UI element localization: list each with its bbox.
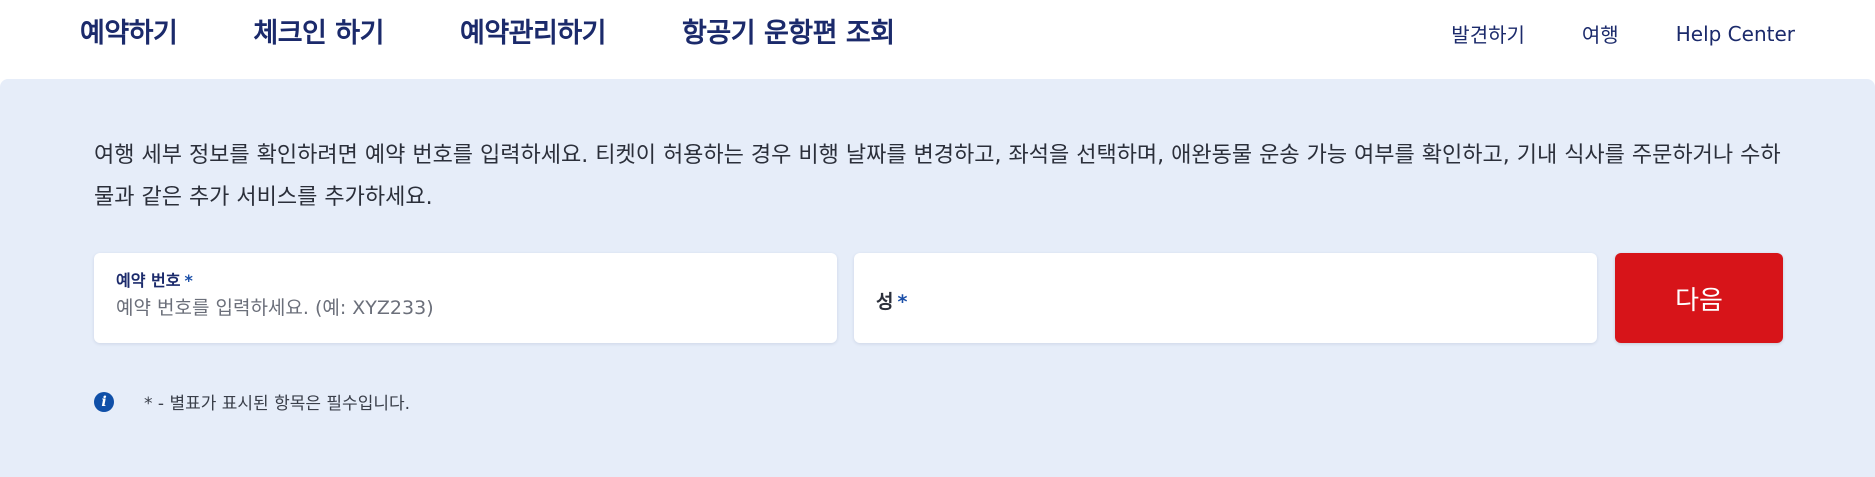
utility-nav: 발견하기 여행 Help Center: [1394, 19, 1795, 48]
required-asterisk: *: [897, 291, 908, 313]
nav-link-discover[interactable]: 발견하기: [1451, 19, 1525, 48]
nav-link-travel[interactable]: 여행: [1582, 19, 1619, 48]
booking-number-field[interactable]: 예약 번호 *: [94, 253, 837, 343]
nav-link-manage-booking[interactable]: 예약관리하기: [460, 11, 607, 50]
nav-link-help-center[interactable]: Help Center: [1676, 22, 1795, 46]
form-description: 여행 세부 정보를 확인하려면 예약 번호를 입력하세요. 티켓이 허용하는 경…: [94, 143, 1781, 210]
manage-booking-panel: 여행 세부 정보를 확인하려면 예약 번호를 입력하세요. 티켓이 허용하는 경…: [0, 79, 1875, 477]
top-navigation-bar: 예약하기 체크인 하기 예약관리하기 항공기 운항편 조회 발견하기 여행 He…: [0, 0, 1875, 79]
last-name-label: 성 *: [876, 287, 907, 314]
booking-number-label: 예약 번호 *: [116, 267, 193, 291]
main-nav: 예약하기 체크인 하기 예약관리하기 항공기 운항편 조회: [80, 11, 971, 50]
info-icon: i: [94, 391, 114, 412]
next-button[interactable]: 다음: [1615, 253, 1783, 343]
last-name-input[interactable]: [914, 283, 1574, 313]
nav-link-flight-status[interactable]: 항공기 운항편 조회: [682, 11, 895, 50]
required-note-text: * - 별표가 표시된 항목은 필수입니다.: [144, 394, 411, 414]
required-fields-note: i * - 별표가 표시된 항목은 필수입니다.: [94, 389, 410, 414]
booking-number-label-text: 예약 번호: [116, 271, 181, 290]
booking-number-input[interactable]: [116, 293, 806, 323]
nav-link-book[interactable]: 예약하기: [80, 11, 178, 50]
nav-link-check-in[interactable]: 체크인 하기: [253, 11, 384, 50]
last-name-label-text: 성: [876, 291, 894, 313]
required-asterisk: *: [184, 271, 193, 290]
last-name-field[interactable]: 성 *: [854, 253, 1597, 343]
